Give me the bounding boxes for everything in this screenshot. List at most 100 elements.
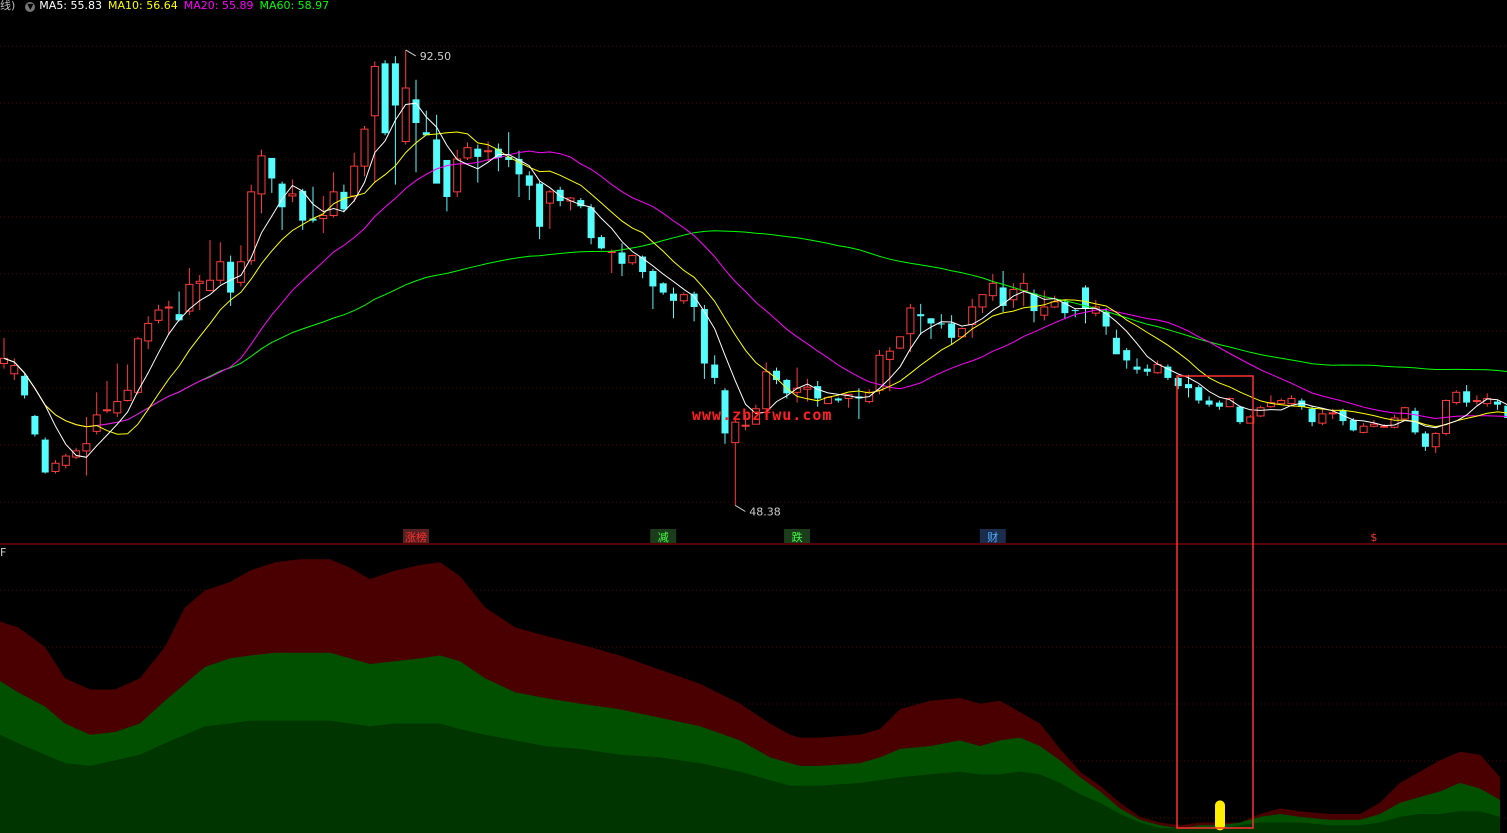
candle-body [340,191,348,210]
candle [988,274,997,301]
candle-body [144,322,153,342]
candle [41,437,49,474]
candle-body [164,306,173,309]
candle [515,150,523,197]
candle-body [670,293,677,301]
candle [545,189,554,229]
candle-body [41,439,49,473]
candle [1472,395,1481,405]
candle-body [1112,337,1120,355]
candle [659,282,667,295]
candle-body [1452,391,1461,404]
lower-panel-label: F [0,546,7,559]
candle [216,242,225,285]
yellow-signal-bar [1215,800,1225,831]
ma-legend-3: MA60: 58.97 [259,0,330,12]
candle-body [1215,402,1223,407]
candle [1174,376,1182,390]
candle-body [1287,397,1296,405]
candle [185,267,194,316]
candle-body [133,338,142,393]
candle [855,388,863,420]
candle [1195,385,1203,404]
candle-body [741,424,750,427]
candle [978,294,987,314]
candle [1164,364,1172,380]
low-label: 48.38 [749,505,781,518]
candle [948,315,956,346]
candle [1452,390,1461,405]
candle-body [927,318,935,324]
candle-body [1174,377,1182,387]
candle-body [154,309,163,321]
candle-body [103,409,111,412]
candle [133,336,142,395]
candle [123,364,132,402]
candle-body [1040,306,1049,316]
candle-body [917,314,925,317]
candle [1266,395,1275,408]
candle-body [948,323,956,338]
candle [92,392,101,435]
ma60-line [3,230,1507,428]
candle [278,181,286,230]
candle [1123,348,1131,369]
candle [711,355,719,385]
candle-body [391,63,399,106]
candle-body [700,309,708,364]
signal-marker: 涨榜 [405,530,427,544]
candle [762,362,771,410]
candle [329,172,338,218]
candle [1318,408,1327,426]
candle [1277,398,1286,405]
candle-body [463,147,472,159]
candle-body [1359,425,1368,433]
candle-body [10,365,19,375]
candle-body [783,379,791,394]
candle-body [711,364,719,378]
candle-body [21,375,29,396]
candle [834,397,842,403]
candle [773,367,780,385]
candle [257,149,266,214]
candle [370,61,379,183]
ma-legend-0: MA5: 55.83 [39,0,103,12]
candle [649,268,657,310]
candle-body [545,191,554,204]
candle [1215,400,1223,410]
candle-body [1369,423,1378,427]
signal-marker: $ [1370,531,1377,544]
chevron-down-icon[interactable]: ▼ [25,2,36,12]
candle-body [31,415,39,435]
candle-body [216,261,225,281]
candle [164,300,173,335]
candle [144,316,153,350]
candle-body [288,193,297,197]
candle-body [1380,425,1389,428]
candle-body [1256,407,1265,417]
candle-body [968,306,977,325]
candle [670,287,677,319]
candle [288,179,297,203]
candles [0,49,1507,506]
candle-body [679,294,688,302]
candle [103,380,111,413]
low-pointer [735,504,746,512]
candle [268,157,276,193]
candle [1205,396,1213,407]
candle [536,181,544,240]
candle-body [257,155,266,195]
candle-body [1463,391,1471,403]
candle [896,336,905,350]
candle [607,249,616,274]
candle-body [587,207,595,239]
candle [1112,329,1120,355]
candle [1143,364,1151,376]
candle-body [1071,310,1079,312]
candle [31,414,39,437]
candle-body [649,271,657,287]
candle-body [227,261,235,293]
candle [968,298,977,338]
candle-body [525,175,533,186]
candle [206,240,214,292]
